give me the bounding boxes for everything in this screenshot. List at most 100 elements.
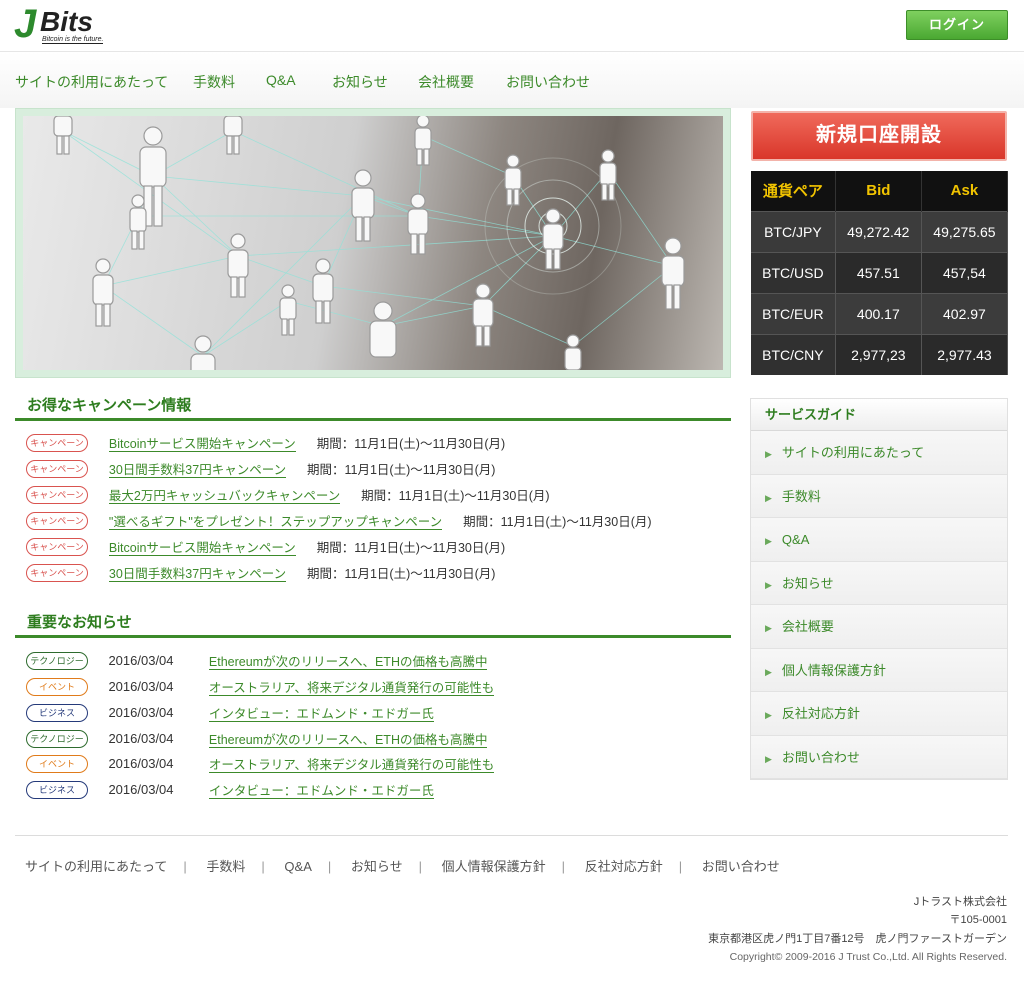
category-badge: テクノロジー: [26, 729, 88, 748]
guide-item-contact[interactable]: ▶ お問い合わせ: [751, 735, 1007, 779]
rate-pair: BTC/EUR: [751, 292, 836, 334]
rates-row: BTC/JPY 49,272.42 49,275.65: [751, 210, 1009, 252]
footer-divider: [15, 835, 1008, 836]
rate-bid: 49,272.42: [835, 210, 922, 252]
footer-link-contact[interactable]: お問い合わせ: [702, 859, 780, 874]
campaign-period: 期間：11月1日(土)〜11月30日(月): [316, 541, 506, 555]
guide-item-label: 個人情報保護方針: [781, 662, 886, 678]
campaigns-divider: [15, 418, 731, 421]
company-name: Jトラスト株式会社: [913, 896, 1007, 908]
footer-separator: |: [183, 859, 187, 874]
guide-item-label: お問い合わせ: [781, 749, 860, 765]
campaign-period: 期間：11月1日(土)〜11月30日(月): [307, 463, 496, 477]
guide-item-label: 反社対応方針: [781, 706, 860, 721]
rate-ask: 49,275.65: [921, 210, 1009, 252]
chevron-right-icon: ▶: [765, 666, 772, 677]
news-link[interactable]: オーストラリア、将来デジタル通貨発行の可能性も: [208, 681, 495, 696]
campaign-link[interactable]: "選べるギフト"をプレゼント！ステップアップキャンペーン: [108, 515, 443, 530]
campaign-period: 期間：11月1日(土)〜11月30日(月): [463, 515, 652, 529]
guide-item-privacy[interactable]: ▶ 個人情報保護方針: [751, 648, 1007, 692]
footer-separator: |: [678, 859, 683, 874]
footer-link-faq[interactable]: Q&A: [284, 859, 311, 874]
news-link[interactable]: インタビュー：エドムンド・エドガー氏: [208, 784, 434, 799]
campaign-badge: キャンペーン: [26, 511, 88, 530]
footer-separator: |: [418, 859, 423, 874]
campaigns-title: お得なキャンペーン情報: [27, 397, 192, 414]
guide-item-label: 会社概要: [781, 619, 834, 634]
rate-bid: 2,977,23: [835, 333, 922, 375]
guide-item-label: 手数料: [781, 488, 821, 504]
nav-item-news[interactable]: お知らせ: [332, 72, 388, 92]
news-link[interactable]: オーストラリア、将来デジタル通貨発行の可能性も: [208, 758, 495, 773]
nav-item-faq[interactable]: Q&A: [266, 72, 296, 88]
campaign-link[interactable]: Bitcoinサービス開始キャンペーン: [108, 541, 296, 556]
chevron-right-icon: ▶: [765, 623, 772, 633]
guide-item-company[interactable]: ▶ 会社概要: [751, 605, 1007, 649]
list-item: キャンペーン 30日間手数料37円キャンペーン 期間：11月1日(土)〜11月3…: [26, 563, 495, 583]
footer-link-terms[interactable]: サイトの利用にあたって: [25, 859, 167, 874]
news-date: 2016/03/04: [108, 731, 174, 746]
campaign-link[interactable]: 30日間手数料37円キャンペーン: [108, 463, 287, 478]
nav-item-contact[interactable]: お問い合わせ: [506, 72, 590, 92]
category-badge: イベント: [26, 754, 88, 773]
guide-item-label: お知らせ: [781, 575, 834, 591]
news-link[interactable]: インタビュー：エドムンド・エドガー氏: [208, 707, 434, 722]
news-date: 2016/03/04: [108, 653, 174, 668]
site-header: J Bits Bitcoin is the future. ログイン: [0, 0, 1024, 52]
footer-link-privacy[interactable]: 個人情報保護方針: [442, 859, 546, 874]
campaign-badge: キャンペーン: [26, 433, 88, 452]
campaign-link[interactable]: 30日間手数料37円キャンペーン: [108, 567, 287, 582]
rates-row: BTC/CNY 2,977,23 2,977.43: [751, 333, 1009, 375]
logo-tagline: Bitcoin is the future.: [42, 36, 104, 44]
footer-separator: |: [327, 859, 332, 874]
network-people-image: [23, 116, 723, 370]
rates-table: 通貨ペア Bid Ask BTC/JPY 49,272.42 49,275.65…: [751, 171, 1009, 375]
rates-row: BTC/USD 457.51 457,54: [751, 251, 1009, 293]
rate-pair: BTC/CNY: [751, 333, 836, 375]
guide-item-antisocial[interactable]: ▶ 反社対応方針: [751, 692, 1007, 736]
list-item: キャンペーン 30日間手数料37円キャンペーン 期間：11月1日(土)〜11月3…: [26, 459, 495, 479]
rate-ask: 2,977.43: [921, 333, 1009, 375]
nav-item-company[interactable]: 会社概要: [418, 72, 474, 92]
news-row: ビジネス 2016/03/04 インタビュー：エドムンド・エドガー氏: [26, 703, 434, 723]
category-badge: ビジネス: [26, 780, 88, 799]
footer-link-fees[interactable]: 手数料: [206, 859, 245, 874]
footer-nav: サイトの利用にあたって | 手数料 | Q&A | お知らせ | 個人情報保護方針 | 反…: [25, 856, 780, 875]
campaign-badge: キャンペーン: [26, 485, 88, 504]
campaign-period: 期間：11月1日(土)〜11月30日(月): [307, 567, 496, 581]
news-row: テクノロジー 2016/03/04 Ethereumが次のリリースへ、ETHの価…: [26, 651, 488, 671]
rate-bid: 400.17: [835, 292, 922, 334]
rate-ask: 457,54: [921, 251, 1009, 293]
campaign-link[interactable]: Bitcoinサービス開始キャンペーン: [108, 437, 296, 452]
footer-link-antisocial[interactable]: 反社対応方針: [585, 859, 663, 874]
campaign-badge: キャンペーン: [26, 537, 88, 556]
footer-link-news[interactable]: お知らせ: [351, 859, 403, 874]
news-link[interactable]: Ethereumが次のリリースへ、ETHの価格も高騰中: [208, 733, 488, 748]
news-row: イベント 2016/03/04 オーストラリア、将来デジタル通貨発行の可能性も: [26, 754, 495, 774]
news-divider: [15, 635, 731, 638]
nav-item-fees[interactable]: 手数料: [193, 72, 235, 92]
news-link[interactable]: Ethereumが次のリリースへ、ETHの価格も高騰中: [208, 655, 488, 670]
hero-banner: [15, 108, 731, 378]
login-button[interactable]: ログイン: [906, 10, 1008, 40]
logo-word: Bits: [40, 6, 93, 37]
campaign-link[interactable]: 最大2万円キャッシュバックキャンペーン: [108, 489, 341, 504]
chevron-right-icon: ▶: [765, 536, 772, 546]
news-date: 2016/03/04: [108, 782, 174, 797]
company-address: 東京都港区虎ノ門1丁目7番12号 虎ノ門ファーストガーデン: [708, 933, 1007, 945]
campaign-period: 期間：11月1日(土)〜11月30日(月): [361, 489, 550, 503]
news-row: イベント 2016/03/04 オーストラリア、将来デジタル通貨発行の可能性も: [26, 677, 495, 697]
main-nav: サイトの利用にあたって 手数料 Q&A お知らせ 会社概要 お問い合わせ: [0, 52, 1024, 108]
chevron-right-icon: ▶: [765, 449, 772, 459]
guide-item-terms[interactable]: ▶ サイトの利用にあたって: [751, 431, 1007, 475]
jbits-logo[interactable]: J Bits Bitcoin is the future.: [14, 2, 114, 46]
chevron-right-icon: ▶: [765, 579, 772, 590]
open-account-button[interactable]: 新規口座開設: [751, 111, 1007, 161]
list-item: キャンペーン Bitcoinサービス開始キャンペーン 期間：11月1日(土)〜1…: [26, 537, 505, 557]
nav-item-terms[interactable]: サイトの利用にあたって: [15, 72, 168, 92]
guide-item-fees[interactable]: ▶ 手数料: [751, 474, 1007, 518]
guide-item-news[interactable]: ▶ お知らせ: [751, 561, 1007, 605]
footer-separator: |: [561, 859, 566, 874]
guide-item-faq[interactable]: ▶ Q&A: [751, 518, 1007, 562]
network-illustration: [53, 116, 685, 370]
